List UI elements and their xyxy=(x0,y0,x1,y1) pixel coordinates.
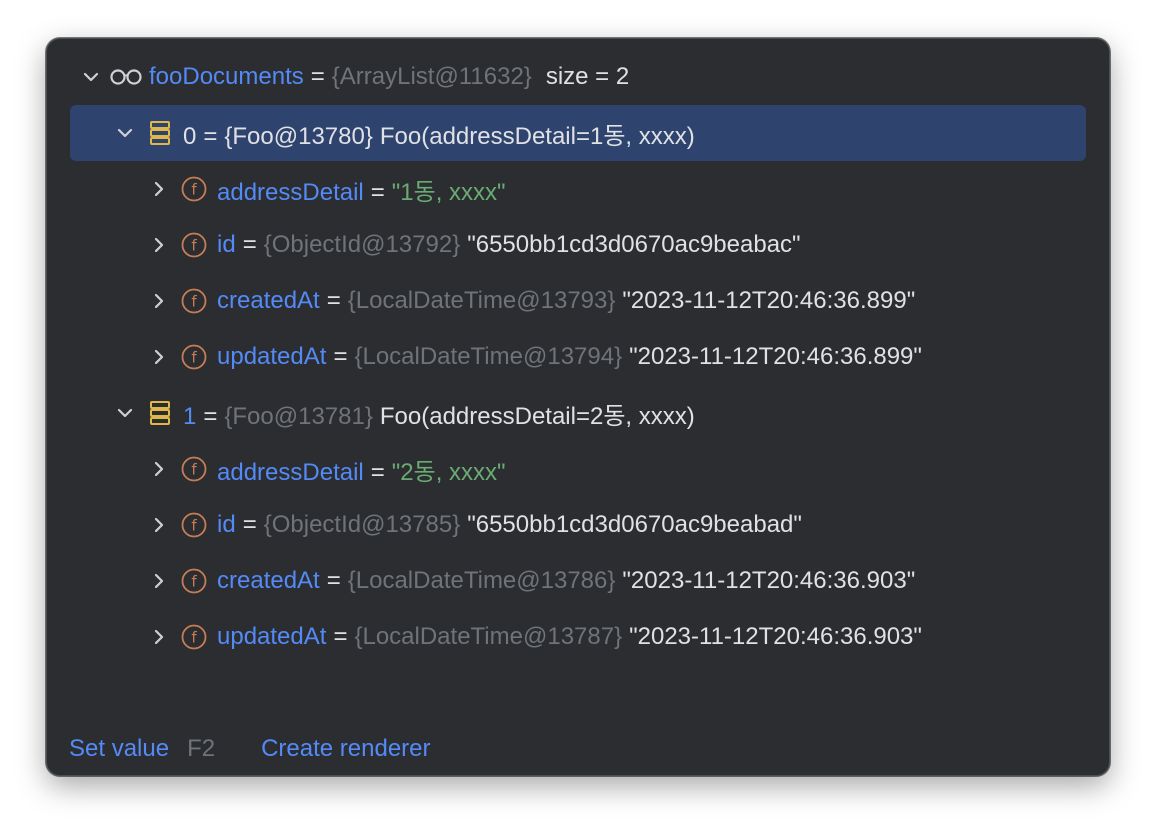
field-equals: = xyxy=(326,287,341,314)
set-value-shortcut: F2 xyxy=(187,735,216,762)
element-value: Foo(addressDetail=2동, xxxx) xyxy=(379,402,695,430)
field-value: "6550bb1cd3d0670ac9beabac" xyxy=(467,231,801,258)
svg-text:f: f xyxy=(191,181,197,199)
field-name: updatedAt xyxy=(217,623,327,650)
field-type: {LocalDateTime@13787} xyxy=(354,623,623,650)
svg-text:f: f xyxy=(191,573,197,591)
svg-text:f: f xyxy=(191,461,197,479)
tree-row-field[interactable]: f updatedAt = {LocalDateTime@13794} "202… xyxy=(47,329,1109,385)
popup-footer: Set value F2 Create renderer xyxy=(69,735,431,763)
field-value: "2동, xxxx" xyxy=(391,458,506,486)
tree-row-element-1[interactable]: 1 = {Foo@13781} Foo(addressDetail=2동, xx… xyxy=(47,385,1109,441)
svg-text:f: f xyxy=(191,293,197,311)
field-value: "2023-11-12T20:46:36.899" xyxy=(629,343,922,370)
field-equals: = xyxy=(242,511,257,538)
chevron-down-icon[interactable] xyxy=(115,123,135,143)
chevron-right-icon[interactable] xyxy=(149,571,169,591)
tree-row-field[interactable]: f addressDetail = "2동, xxxx" xyxy=(47,441,1109,497)
field-f-icon: f xyxy=(181,456,207,482)
array-element-icon xyxy=(149,120,171,146)
debugger-variables-popup: fooDocuments = {ArrayList@11632} size = … xyxy=(46,38,1110,776)
array-element-icon xyxy=(149,400,171,426)
field-value: "2023-11-12T20:46:36.903" xyxy=(629,623,922,650)
field-name: addressDetail xyxy=(217,458,364,486)
field-name: id xyxy=(217,511,236,538)
chevron-right-icon[interactable] xyxy=(149,235,169,255)
chevron-down-icon[interactable] xyxy=(115,403,135,423)
element-value: Foo(addressDetail=1동, xxxx) xyxy=(379,122,695,150)
chevron-right-icon[interactable] xyxy=(149,291,169,311)
field-name: updatedAt xyxy=(217,343,327,370)
field-f-icon: f xyxy=(181,176,207,202)
root-variable-name: fooDocuments xyxy=(149,63,304,90)
field-name: id xyxy=(217,231,236,258)
field-f-icon: f xyxy=(181,288,207,314)
create-renderer-link[interactable]: Create renderer xyxy=(261,735,430,763)
field-value: "2023-11-12T20:46:36.899" xyxy=(622,287,916,314)
chevron-right-icon[interactable] xyxy=(149,515,169,535)
field-equals: = xyxy=(242,231,257,258)
field-equals: = xyxy=(326,567,341,594)
tree-row-field[interactable]: f id = {ObjectId@13785} "6550bb1cd3d0670… xyxy=(47,497,1109,553)
chevron-right-icon[interactable] xyxy=(149,459,169,479)
element-type: {Foo@13781} xyxy=(224,402,373,430)
root-size: size = 2 xyxy=(545,63,630,90)
root-type: {ArrayList@11632} xyxy=(331,63,532,90)
field-value: "6550bb1cd3d0670ac9beabad" xyxy=(467,511,802,538)
field-f-icon: f xyxy=(181,232,207,258)
field-value: "2023-11-12T20:46:36.903" xyxy=(622,567,916,594)
chevron-down-icon[interactable] xyxy=(81,67,101,87)
tree-row-field[interactable]: f createdAt = {LocalDateTime@13793} "202… xyxy=(47,273,1109,329)
root-equals: = xyxy=(310,63,325,90)
field-f-icon: f xyxy=(181,512,207,538)
svg-text:f: f xyxy=(191,349,197,367)
set-value-link[interactable]: Set value xyxy=(69,735,169,763)
field-value: "1동, xxxx" xyxy=(391,178,506,206)
svg-text:f: f xyxy=(191,517,197,535)
tree-row-field[interactable]: f id = {ObjectId@13792} "6550bb1cd3d0670… xyxy=(47,217,1109,273)
tree-row-root[interactable]: fooDocuments = {ArrayList@11632} size = … xyxy=(47,49,1109,105)
field-equals: = xyxy=(333,623,348,650)
field-f-icon: f xyxy=(181,344,207,370)
chevron-right-icon[interactable] xyxy=(149,179,169,199)
element-equals: = xyxy=(203,402,218,430)
field-f-icon: f xyxy=(181,624,207,650)
field-equals: = xyxy=(333,343,348,370)
field-type: {ObjectId@13792} xyxy=(263,231,461,258)
field-name: createdAt xyxy=(217,287,320,314)
chevron-right-icon[interactable] xyxy=(149,347,169,367)
field-name: createdAt xyxy=(217,567,320,594)
element-index: 1 xyxy=(183,402,197,430)
field-type: {LocalDateTime@13786} xyxy=(347,567,616,594)
field-type: {ObjectId@13785} xyxy=(263,511,461,538)
field-f-icon: f xyxy=(181,568,207,594)
element-equals: = xyxy=(203,122,218,150)
tree-row-element-0[interactable]: 0 = {Foo@13780} Foo(addressDetail=1동, xx… xyxy=(47,105,1109,161)
field-type: {LocalDateTime@13794} xyxy=(354,343,623,370)
element-type: {Foo@13780} xyxy=(224,122,373,150)
svg-text:f: f xyxy=(191,629,197,647)
field-equals: = xyxy=(370,458,385,486)
element-index: 0 xyxy=(183,122,197,150)
tree-row-field[interactable]: f addressDetail = "1동, xxxx" xyxy=(47,161,1109,217)
tree-row-field[interactable]: f updatedAt = {LocalDateTime@13787} "202… xyxy=(47,609,1109,665)
chevron-right-icon[interactable] xyxy=(149,627,169,647)
svg-text:f: f xyxy=(191,237,197,255)
watch-glasses-icon xyxy=(109,67,143,87)
field-equals: = xyxy=(370,178,385,206)
field-name: addressDetail xyxy=(217,178,364,206)
tree-row-field[interactable]: f createdAt = {LocalDateTime@13786} "202… xyxy=(47,553,1109,609)
field-type: {LocalDateTime@13793} xyxy=(347,287,616,314)
